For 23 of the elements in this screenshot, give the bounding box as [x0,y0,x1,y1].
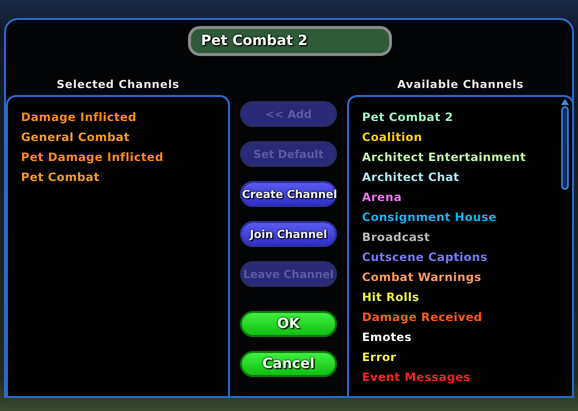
selected-channels-heading: Selected Channels [56,78,180,93]
channel-item[interactable]: General Combat [21,127,130,147]
channel-item[interactable]: Hit Rolls [362,287,420,307]
channel-item[interactable]: Event Messages [362,367,471,387]
channel-action-button[interactable]: Join Channel [240,221,337,247]
channel-item[interactable]: Consignment House [362,207,497,227]
channel-item[interactable]: Pet Combat 2 [362,107,454,127]
channel-item[interactable]: Combat Warnings [362,267,482,287]
channel-item[interactable]: Cutscene Captions [362,247,488,267]
channel-action-button[interactable]: Create Channel [240,181,337,207]
channel-item[interactable]: Pet Damage Inflicted [21,147,164,167]
channel-item[interactable]: Damage Inflicted [21,107,137,127]
channel-item[interactable]: Architect Chat [362,167,460,187]
channel-item[interactable]: Pet Combat [21,167,100,187]
available-channels-heading: Available Channels [397,78,524,93]
channel-item[interactable]: Error [362,347,396,367]
channel-item[interactable]: Damage Received [362,307,482,327]
channel-item[interactable]: Emotes [362,327,412,347]
channel-name-field[interactable]: Pet Combat 2 [188,26,392,56]
channel-item[interactable]: Coalition [362,127,422,147]
channel-item[interactable]: Broadcast [362,227,430,247]
channel-item[interactable]: Arena [362,187,402,207]
channel-item[interactable]: Architect Entertainment [362,147,526,167]
